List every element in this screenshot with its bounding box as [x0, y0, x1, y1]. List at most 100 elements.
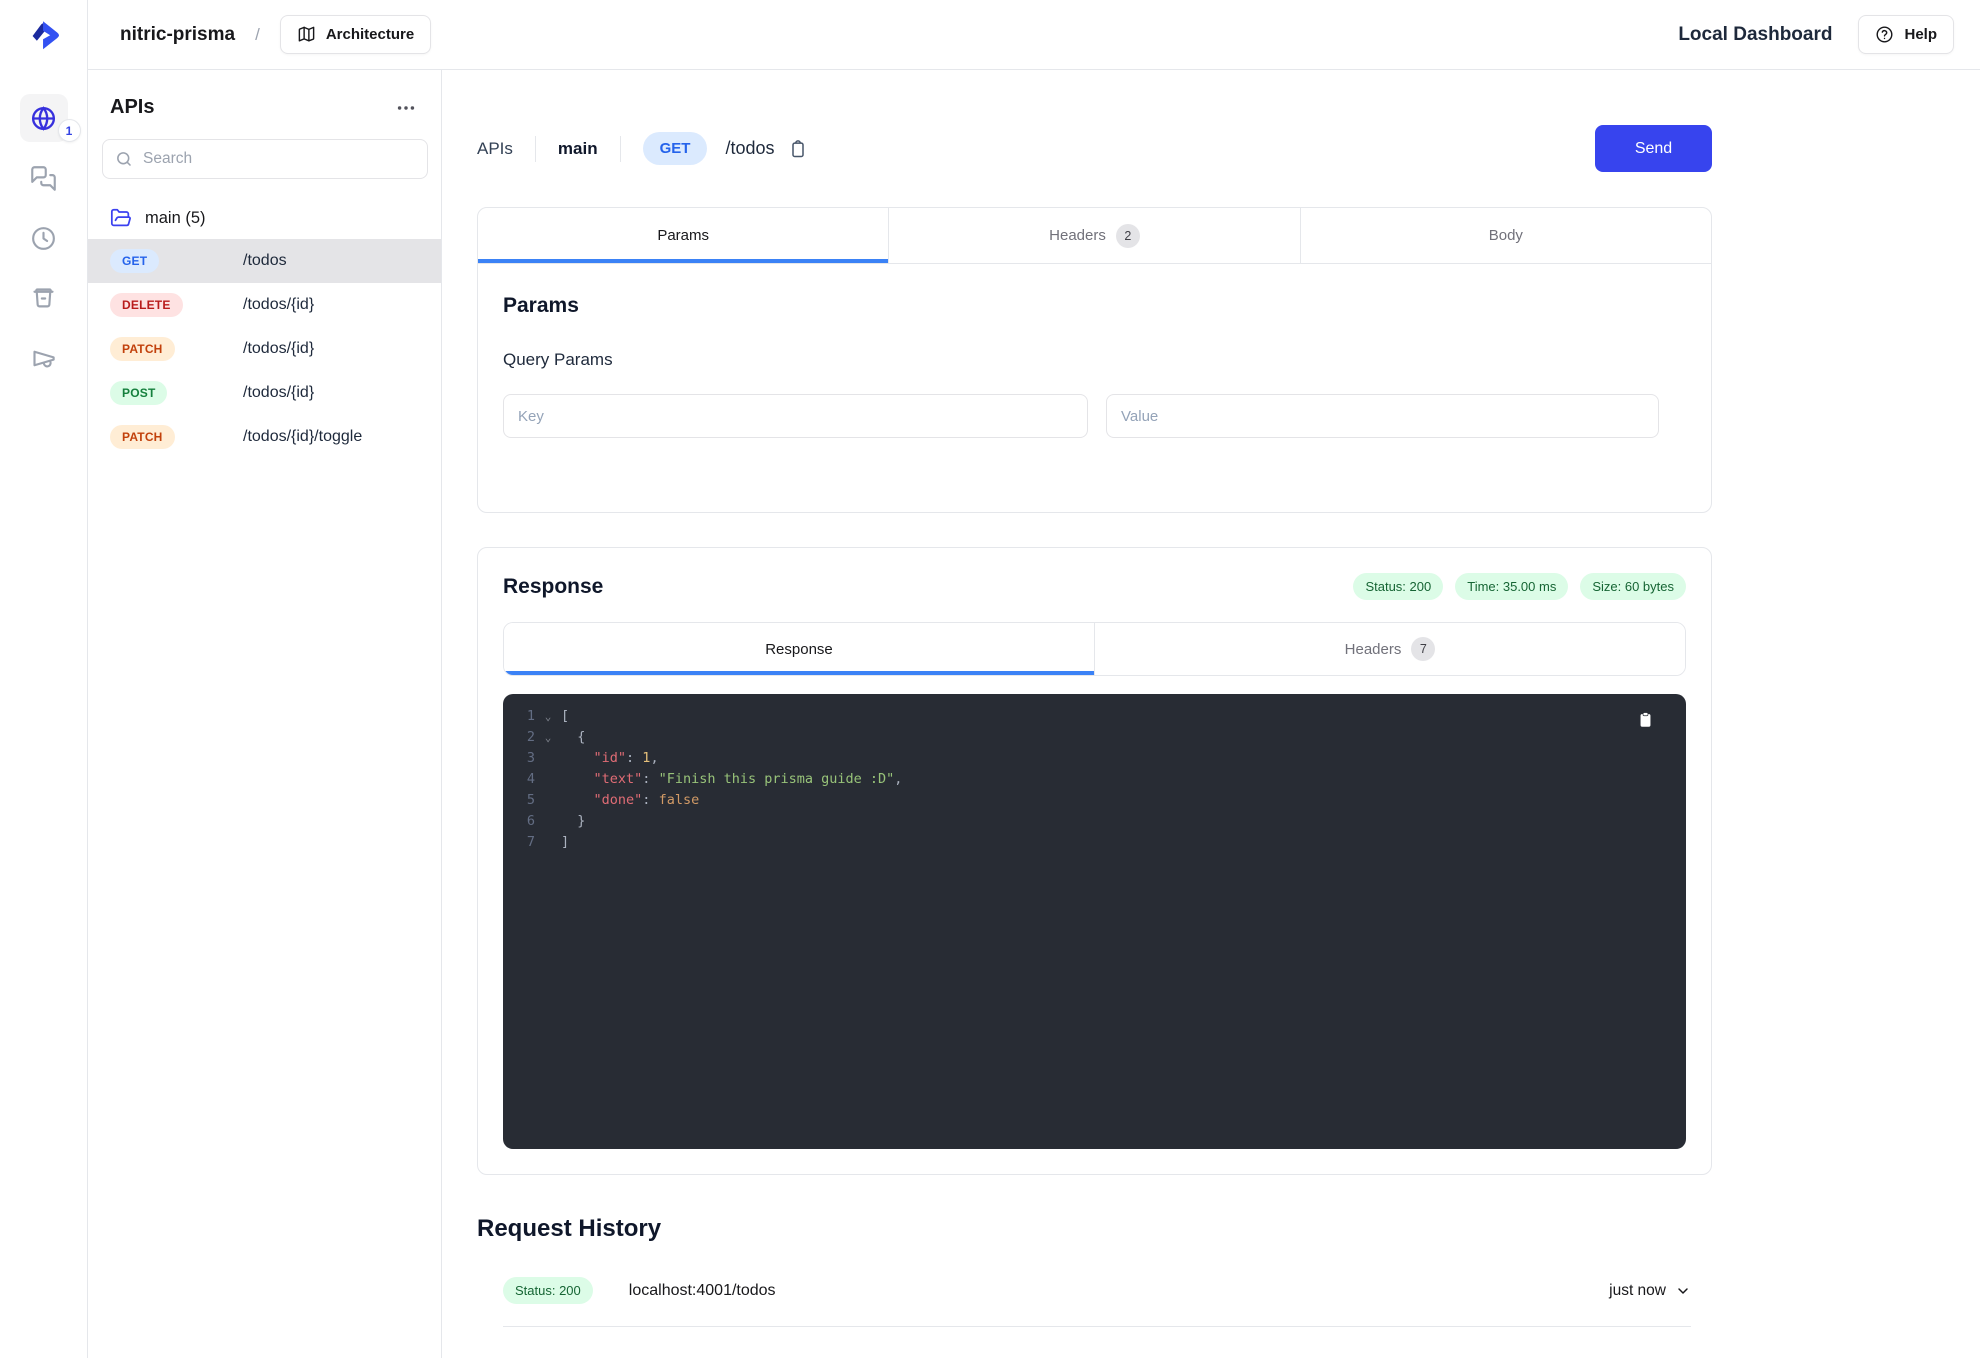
nitric-logo[interactable] [0, 0, 87, 70]
endpoint-row[interactable]: DELETE/todos/{id} [88, 283, 441, 327]
send-button[interactable]: Send [1595, 125, 1712, 172]
globe-icon [30, 105, 57, 132]
method-badge-wrap: POST [110, 381, 243, 405]
endpoint-row[interactable]: GET/todos [88, 239, 441, 283]
code-line: 1⌄[ [503, 706, 1686, 727]
tab-label: Response [765, 641, 833, 658]
map-icon [297, 25, 316, 44]
token-p: , [650, 750, 658, 766]
endpoint-row[interactable]: POST/todos/{id} [88, 371, 441, 415]
endpoint-row[interactable]: PATCH/todos/{id} [88, 327, 441, 371]
tab-body[interactable]: Body [1301, 208, 1711, 263]
apis-sidebar: APIs main (5) GET/todosDELETE/todos/{id}… [88, 70, 442, 1358]
method-badge-wrap: DELETE [110, 293, 243, 317]
request-history-title: Request History [477, 1215, 1712, 1243]
request-card: Params Headers 2 Body Params Query Params [477, 207, 1712, 513]
fold-spacer [535, 811, 561, 832]
code-line: 6 } [503, 811, 1686, 832]
tab-label: Params [657, 227, 709, 244]
search-icon [115, 150, 133, 168]
api-group-label: main (5) [145, 209, 206, 228]
ellipsis-icon [395, 97, 417, 119]
method-badge: GET [643, 132, 708, 165]
code-text: "text": "Finish this prisma guide :D", [561, 769, 902, 790]
divider [620, 136, 621, 162]
response-tabbar: Response Headers7 [503, 622, 1686, 676]
query-params-title: Query Params [503, 350, 1686, 370]
code-text: ] [561, 832, 569, 853]
fold-spacer [535, 832, 561, 853]
dashboard-title: Local Dashboard [1678, 24, 1832, 46]
apis-count-badge: 1 [58, 119, 81, 142]
line-number: 7 [503, 832, 535, 853]
fold-icon[interactable]: ⌄ [535, 706, 561, 727]
nav-topics[interactable] [20, 334, 68, 382]
token-p [561, 792, 594, 808]
response-meta-badge: Status: 200 [1353, 573, 1443, 600]
code-text: "done": false [561, 790, 699, 811]
help-label: Help [1904, 26, 1937, 43]
nav-schedules[interactable] [20, 214, 68, 262]
code-line: 7] [503, 832, 1686, 853]
param-key-input[interactable] [503, 394, 1088, 438]
code-text: [ [561, 706, 569, 727]
token-p: , [894, 771, 902, 787]
method-badge-wrap: PATCH [110, 337, 243, 361]
param-value-input[interactable] [1106, 394, 1659, 438]
search-input[interactable] [143, 150, 415, 168]
fold-spacer [535, 748, 561, 769]
copy-path-button[interactable] [788, 138, 808, 160]
code-text: } [561, 811, 585, 832]
endpoint-row[interactable]: PATCH/todos/{id}/toggle [88, 415, 441, 459]
tab-headers[interactable]: Headers 2 [889, 208, 1300, 263]
endpoint-path: /todos/{id} [243, 340, 314, 358]
line-number: 4 [503, 769, 535, 790]
project-name: nitric-prisma [120, 24, 235, 46]
clock-icon [30, 225, 57, 252]
divider [535, 136, 536, 162]
token-p [561, 771, 594, 787]
architecture-button[interactable]: Architecture [280, 15, 431, 54]
token-p: : [626, 750, 642, 766]
history-time-label: just now [1609, 1282, 1666, 1300]
params-title: Params [503, 294, 1686, 318]
params-body: Params Query Params [478, 264, 1711, 512]
endpoint-path: /todos/{id} [243, 384, 314, 402]
tab-params[interactable]: Params [478, 208, 889, 263]
response-title: Response [503, 575, 603, 599]
fold-spacer [535, 769, 561, 790]
nav-storage[interactable] [20, 274, 68, 322]
tab-label: Headers [1049, 227, 1106, 244]
token-k: "id" [594, 750, 627, 766]
chat-icon [30, 165, 57, 192]
endpoint-path: /todos/{id}/toggle [243, 428, 362, 446]
token-p: { [561, 729, 585, 745]
tab-headers[interactable]: Headers7 [1095, 623, 1685, 675]
main-panel: APIs main GET /todos Send ParamsHeaders2… [442, 70, 1980, 1358]
line-number: 6 [503, 811, 535, 832]
nav-websockets[interactable] [20, 154, 68, 202]
sidebar-title: APIs [110, 96, 154, 119]
token-p: : [642, 792, 658, 808]
code-line: 5 "done": false [503, 790, 1686, 811]
method-badge: POST [110, 381, 167, 405]
fold-icon[interactable]: ⌄ [535, 727, 561, 748]
sidebar-menu-button[interactable] [395, 97, 417, 119]
code-line: 3 "id": 1, [503, 748, 1686, 769]
api-group-row[interactable]: main (5) [88, 207, 441, 229]
token-p: [ [561, 708, 569, 724]
copy-icon [788, 138, 808, 160]
megaphone-icon [30, 345, 57, 372]
code-line: 2⌄ { [503, 727, 1686, 748]
history-time[interactable]: just now [1609, 1282, 1691, 1300]
token-s: "Finish this prisma guide :D" [659, 771, 895, 787]
tab-count-badge: 2 [1116, 224, 1140, 248]
help-button[interactable]: Help [1858, 15, 1954, 54]
search-box [102, 139, 428, 179]
line-number: 5 [503, 790, 535, 811]
tab-response[interactable]: Response [504, 623, 1095, 675]
nav-apis[interactable]: 1 [20, 94, 68, 142]
history-row[interactable]: Status: 200localhost:4001/todosjust now [503, 1277, 1691, 1327]
copy-response-button[interactable] [1637, 710, 1654, 730]
folder-icon [110, 207, 132, 229]
